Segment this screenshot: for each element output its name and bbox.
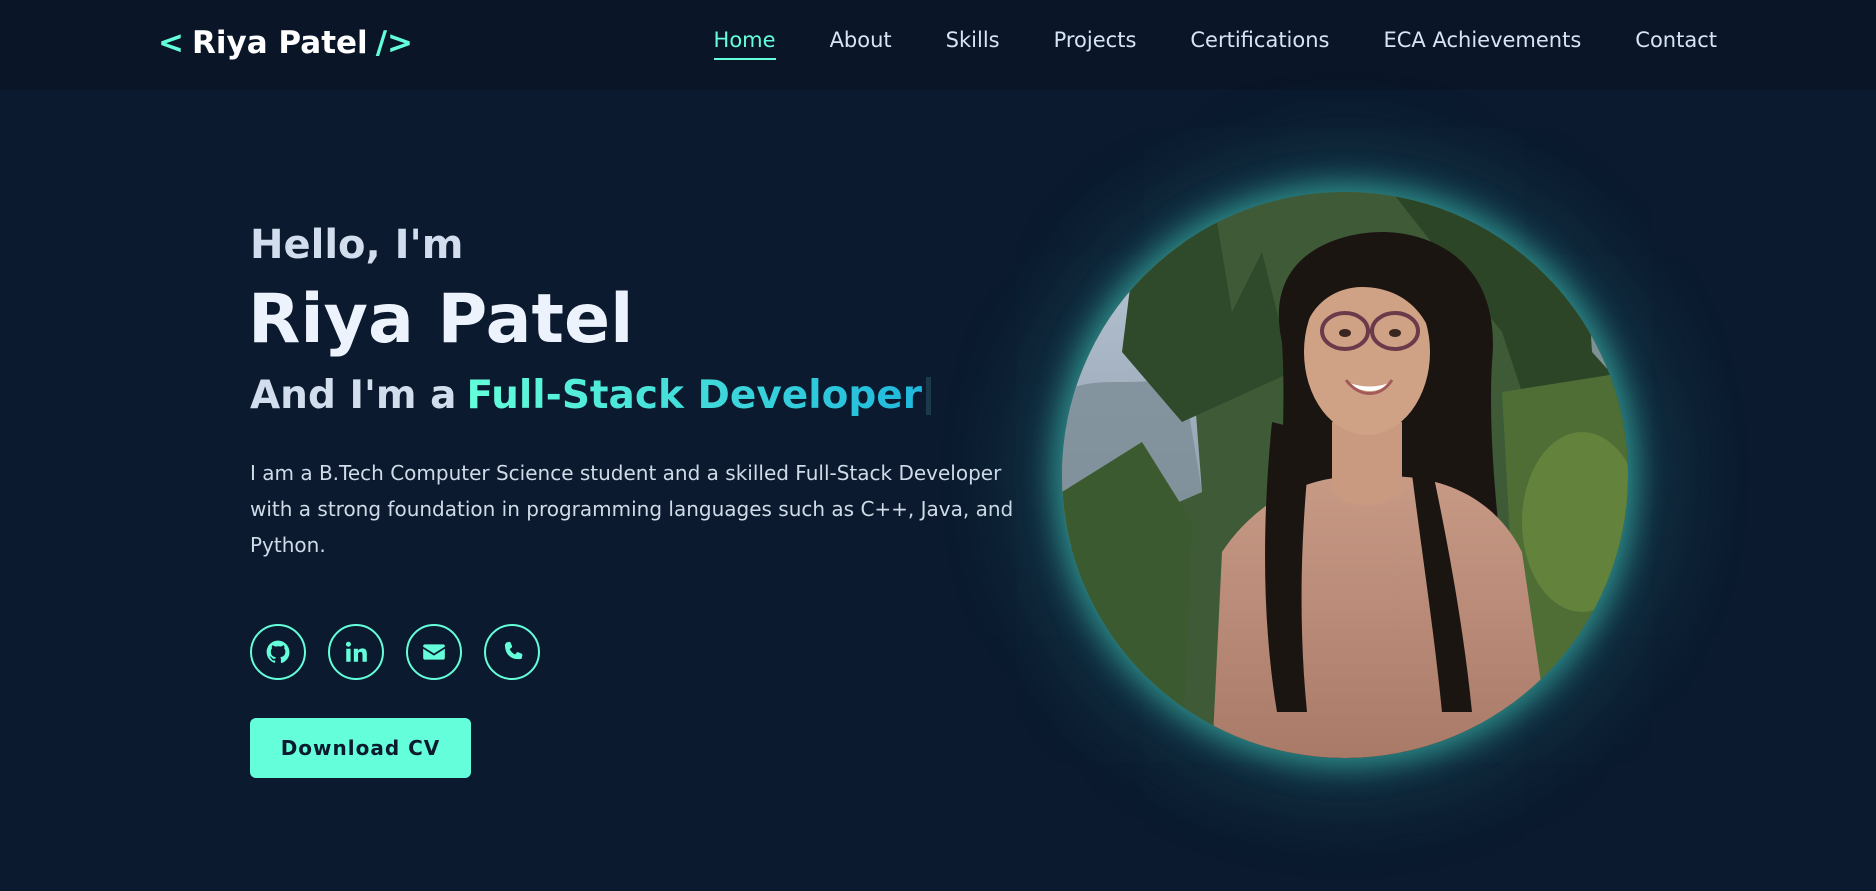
phone-link[interactable] — [484, 624, 540, 680]
nav-item-skills[interactable]: Skills — [946, 22, 1000, 58]
github-link[interactable] — [250, 624, 306, 680]
logo-open-bracket: < — [158, 25, 184, 61]
email-link[interactable] — [406, 624, 462, 680]
hero-role-line: And I'm a Full-Stack Developer — [250, 373, 931, 418]
profile-photo — [1062, 192, 1628, 758]
hero-name: Riya Patel — [248, 280, 634, 359]
nav-item-home[interactable]: Home — [713, 22, 776, 60]
logo-text: Riya Patel — [191, 25, 368, 61]
github-icon — [266, 640, 290, 664]
logo-close-tag: /> — [375, 25, 413, 61]
navbar: < Riya Patel /> Home About Skills Projec… — [0, 0, 1876, 90]
envelope-icon — [423, 644, 445, 660]
linkedin-link[interactable] — [328, 624, 384, 680]
download-cv-button[interactable]: Download CV — [250, 718, 471, 778]
role-prefix: And I'm a — [250, 373, 457, 418]
nav-item-contact[interactable]: Contact — [1635, 22, 1717, 58]
role-typed-text: Full-Stack Developer — [466, 373, 922, 418]
profile-photo-illustration — [1062, 192, 1628, 758]
nav-item-projects[interactable]: Projects — [1054, 22, 1137, 58]
nav-links: Home About Skills Projects Certification… — [713, 22, 1717, 60]
site-logo[interactable]: < Riya Patel /> — [158, 20, 413, 66]
linkedin-icon — [345, 641, 367, 662]
nav-item-about[interactable]: About — [830, 22, 892, 58]
hero-bio: I am a B.Tech Computer Science student a… — [250, 461, 1014, 557]
nav-item-certifications[interactable]: Certifications — [1190, 22, 1329, 58]
hero-greeting: Hello, I'm — [250, 222, 464, 268]
nav-item-eca-achievements[interactable]: ECA Achievements — [1384, 22, 1582, 58]
phone-icon — [504, 641, 523, 660]
social-links — [250, 624, 540, 680]
typing-caret — [925, 376, 931, 415]
